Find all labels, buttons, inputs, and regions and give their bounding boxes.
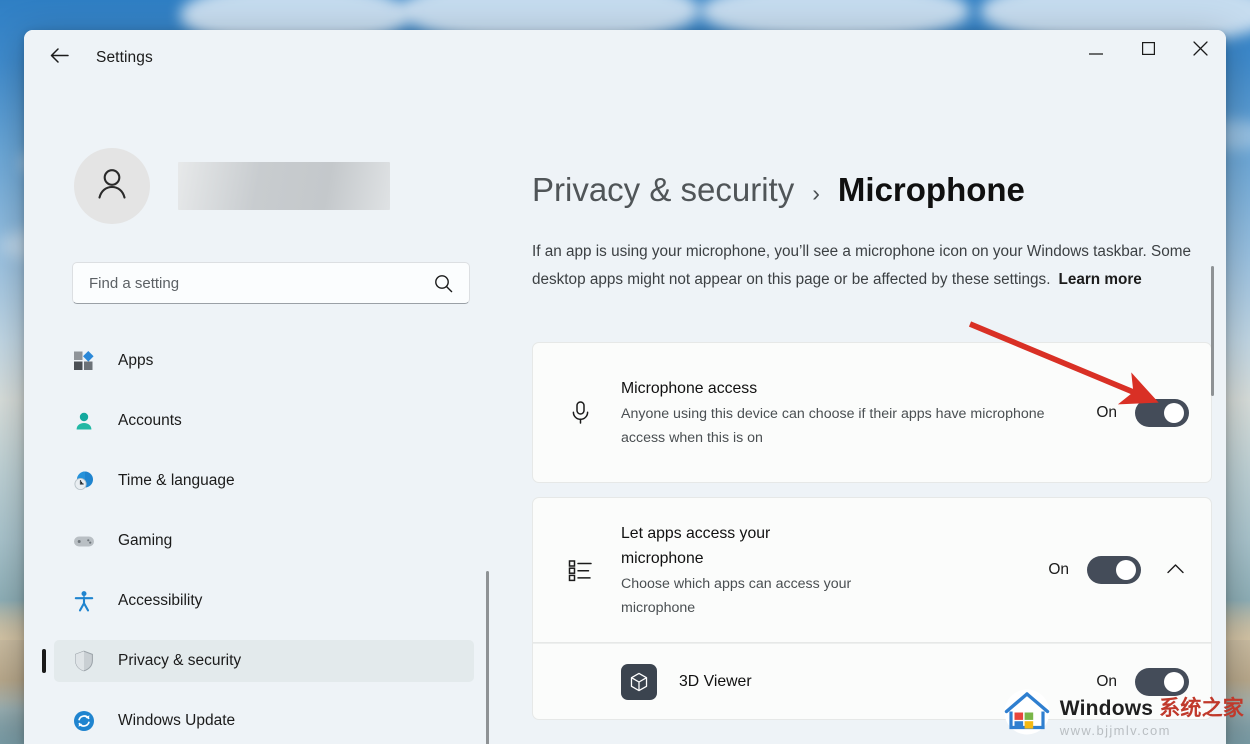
close-button[interactable] bbox=[1174, 30, 1226, 72]
breadcrumb-separator-icon: › bbox=[812, 180, 820, 206]
expand-collapse-button[interactable] bbox=[1161, 556, 1189, 584]
minimize-icon bbox=[1089, 42, 1103, 60]
chevron-up-icon bbox=[1166, 561, 1184, 579]
toggle-state-label: On bbox=[1048, 561, 1069, 578]
window-body: Apps Accounts bbox=[24, 86, 1226, 744]
app-permission-list: 3D Viewer On bbox=[532, 643, 1212, 720]
account-summary[interactable] bbox=[74, 148, 496, 224]
sidebar: Apps Accounts bbox=[24, 86, 496, 744]
card-title: Let apps access your microphone bbox=[621, 524, 771, 567]
sidebar-item-label: Windows Update bbox=[118, 712, 236, 729]
sidebar-item-label: Apps bbox=[118, 352, 154, 369]
app-name: 3D Viewer bbox=[679, 672, 752, 690]
sidebar-item-label: Gaming bbox=[118, 532, 173, 549]
let-apps-access-microphone-card: Let apps access your microphone Choose w… bbox=[532, 497, 1212, 643]
cube-3d-icon bbox=[621, 663, 657, 700]
content-pane: Privacy & security › Microphone If an ap… bbox=[496, 86, 1226, 744]
microphone-access-card: Microphone access Anyone using this devi… bbox=[532, 342, 1212, 483]
accounts-person-icon bbox=[72, 409, 96, 433]
sidebar-item-label: Time & language bbox=[118, 472, 235, 489]
content-scrollbar[interactable] bbox=[1211, 266, 1214, 396]
sidebar-item-time-language[interactable]: Time & language bbox=[54, 460, 474, 502]
apps-icon bbox=[72, 349, 96, 373]
sidebar-nav: Apps Accounts Time & language Gaming Acc… bbox=[24, 340, 496, 742]
sidebar-item-windows-update[interactable]: Windows Update bbox=[54, 700, 474, 742]
sidebar-item-gaming[interactable]: Gaming bbox=[54, 520, 474, 562]
sidebar-item-accounts[interactable]: Accounts bbox=[54, 400, 474, 442]
back-arrow-icon bbox=[50, 48, 69, 68]
sidebar-item-label: Accessibility bbox=[118, 592, 203, 609]
clock-globe-icon bbox=[72, 469, 96, 493]
search-input[interactable] bbox=[73, 274, 434, 292]
person-avatar-icon bbox=[92, 164, 132, 209]
search-icon bbox=[434, 274, 453, 293]
microphone-access-toggle[interactable] bbox=[1135, 398, 1189, 427]
sidebar-item-label: Privacy & security bbox=[118, 652, 242, 669]
window-controls bbox=[1070, 30, 1226, 86]
microphone-icon bbox=[565, 398, 595, 428]
breadcrumb: Privacy & security › Microphone bbox=[532, 171, 1226, 209]
update-refresh-icon bbox=[72, 709, 96, 733]
breadcrumb-parent[interactable]: Privacy & security bbox=[532, 171, 794, 209]
maximize-button[interactable] bbox=[1122, 30, 1174, 72]
page-description: If an app is using your microphone, you’… bbox=[532, 238, 1222, 294]
accessibility-person-icon bbox=[72, 589, 96, 613]
sidebar-item-label: Accounts bbox=[118, 412, 182, 429]
app-toggle-3d-viewer[interactable] bbox=[1135, 667, 1189, 696]
sidebar-scrollbar[interactable] bbox=[486, 571, 489, 744]
sidebar-item-privacy-security[interactable]: Privacy & security bbox=[42, 640, 474, 682]
gamepad-icon bbox=[72, 529, 96, 553]
settings-window: Settings Find a setting Apps Accounts Ti… bbox=[24, 30, 1226, 744]
minimize-button[interactable] bbox=[1070, 30, 1122, 72]
app-title: Settings bbox=[96, 49, 153, 66]
page-title: Microphone bbox=[837, 171, 1025, 208]
toggle-knob bbox=[1164, 402, 1184, 423]
search-box[interactable] bbox=[72, 262, 470, 304]
list-item[interactable]: 3D Viewer On bbox=[533, 643, 1211, 719]
card-subtitle: Anyone using this device can choose if t… bbox=[621, 405, 1045, 446]
close-icon bbox=[1192, 41, 1208, 61]
toggle-knob bbox=[1116, 560, 1136, 580]
sidebar-item-accessibility[interactable]: Accessibility bbox=[54, 580, 474, 622]
toggle-knob bbox=[1164, 671, 1184, 692]
card-title: Microphone access bbox=[621, 379, 758, 397]
card-subtitle: Choose which apps can access your microp… bbox=[621, 575, 852, 616]
toggle-state-label: On bbox=[1096, 403, 1117, 421]
toggle-state-label: On bbox=[1096, 672, 1117, 690]
back-button[interactable] bbox=[42, 41, 76, 75]
sidebar-item-apps[interactable]: Apps bbox=[54, 340, 474, 382]
list-settings-icon bbox=[565, 555, 595, 585]
avatar bbox=[74, 148, 150, 224]
maximize-icon bbox=[1141, 42, 1155, 60]
title-bar: Settings bbox=[24, 30, 1226, 86]
account-name-redacted bbox=[178, 162, 390, 210]
learn-more-link[interactable]: Learn more bbox=[1058, 271, 1141, 288]
shield-icon bbox=[72, 649, 96, 673]
desktop-background: Settings Find a setting Apps Accounts Ti… bbox=[0, 0, 1250, 744]
let-apps-access-microphone-toggle[interactable] bbox=[1087, 556, 1141, 584]
